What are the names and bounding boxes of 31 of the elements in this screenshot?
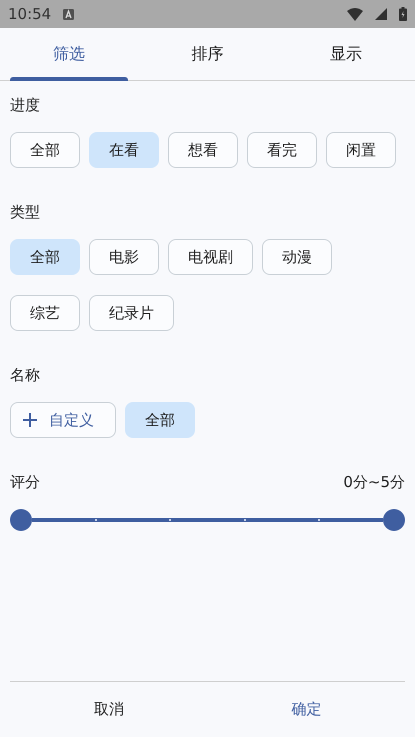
slider-thumb[interactable] bbox=[383, 509, 405, 531]
range-reading: 0分~5分 bbox=[343, 472, 405, 493]
confirm-button[interactable]: 确定 bbox=[208, 682, 405, 737]
filter-chip[interactable]: 全部 bbox=[10, 239, 80, 275]
filter-chip[interactable]: 想看 bbox=[168, 132, 238, 168]
filter-chip[interactable]: 电视剧 bbox=[168, 239, 253, 275]
tab[interactable]: 筛选 bbox=[0, 28, 138, 80]
cancel-button[interactable]: 取消 bbox=[10, 682, 208, 737]
filter-chip[interactable]: 看完 bbox=[247, 132, 317, 168]
section-title: 类型 bbox=[10, 202, 41, 223]
filter-chip[interactable]: 动漫 bbox=[262, 239, 332, 275]
status-time: 10:54 bbox=[8, 5, 52, 23]
filter-chip[interactable]: 全部 bbox=[125, 402, 195, 438]
filter-chip[interactable]: 电影 bbox=[89, 239, 159, 275]
section-title: 名称 bbox=[10, 365, 41, 386]
tab[interactable]: 显示 bbox=[276, 28, 415, 80]
filter-chip[interactable]: 纪录片 bbox=[89, 295, 174, 331]
wifi-icon bbox=[347, 8, 363, 20]
battery-icon bbox=[399, 7, 407, 21]
section-title: 进度 bbox=[10, 95, 41, 116]
add-custom-button[interactable]: 自定义 bbox=[10, 402, 116, 438]
filter-chip[interactable]: 综艺 bbox=[10, 295, 80, 331]
section-title: 评分 bbox=[10, 472, 40, 493]
notification-icon bbox=[63, 8, 74, 20]
signal-icon bbox=[375, 8, 387, 20]
plus-icon bbox=[23, 413, 37, 427]
filter-chip[interactable]: 在看 bbox=[89, 132, 159, 168]
filter-chip[interactable]: 闲置 bbox=[326, 132, 396, 168]
filter-chip[interactable]: 全部 bbox=[10, 132, 80, 168]
slider-thumb[interactable] bbox=[10, 509, 32, 531]
tab[interactable]: 排序 bbox=[138, 28, 277, 80]
